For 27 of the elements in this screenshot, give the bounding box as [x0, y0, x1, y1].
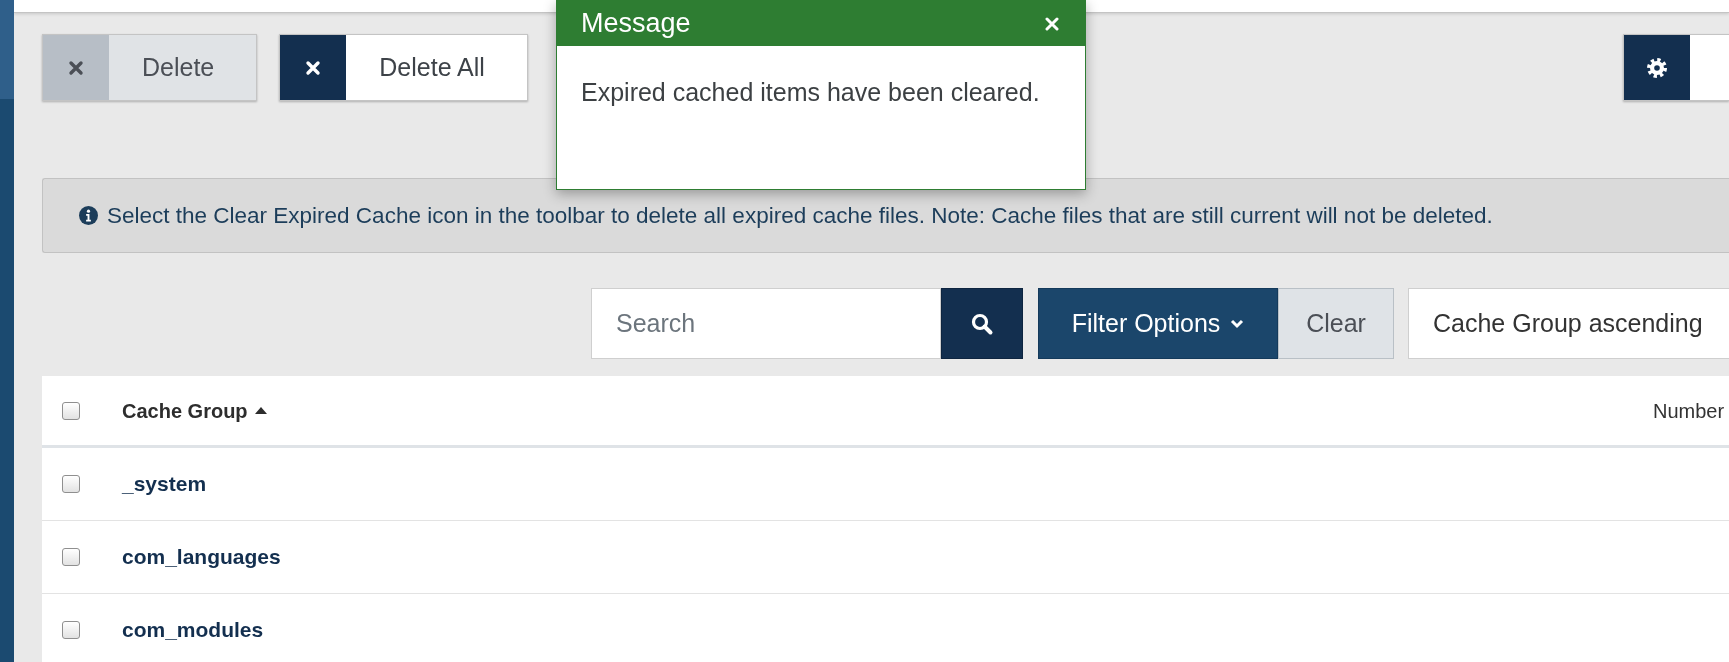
search-icon [970, 311, 994, 336]
close-icon [1045, 16, 1059, 31]
gear-icon [1624, 35, 1690, 100]
column-header[interactable]: Cache Group [122, 395, 267, 426]
info-icon [79, 206, 98, 225]
x-icon [43, 35, 109, 100]
options-button[interactable] [1623, 34, 1729, 101]
message-text: Expired cached items have been cleared. [580, 77, 1041, 108]
search-field[interactable]: Search [591, 288, 941, 359]
message-title: Message [581, 10, 691, 37]
cache-group-name: com_modules [122, 617, 264, 644]
checkbox[interactable] [62, 475, 80, 493]
cache-group-name: _system [122, 471, 207, 498]
x-icon [280, 35, 347, 100]
chevron-down-icon [1230, 318, 1245, 329]
info-text: Select the Clear Expired Cache icon in the toolbar to delete all expired cache files. Note: Cache files that are still current will not be deleted. [107, 201, 1493, 230]
clear-button[interactable]: Clear [1278, 288, 1394, 359]
sort-ascending-icon [254, 407, 267, 414]
column-header[interactable]: Number [1653, 395, 1725, 426]
checkbox[interactable] [62, 401, 80, 420]
cache-group-name: com_languages [122, 544, 281, 571]
checkbox[interactable] [62, 548, 80, 566]
filter-options-button[interactable]: Filter Options [1038, 288, 1278, 359]
delete-all-button[interactable]: Delete All [279, 34, 528, 101]
search-button[interactable] [941, 288, 1023, 359]
checkbox[interactable] [62, 621, 80, 639]
sort-select[interactable]: Cache Group ascending [1408, 288, 1729, 359]
